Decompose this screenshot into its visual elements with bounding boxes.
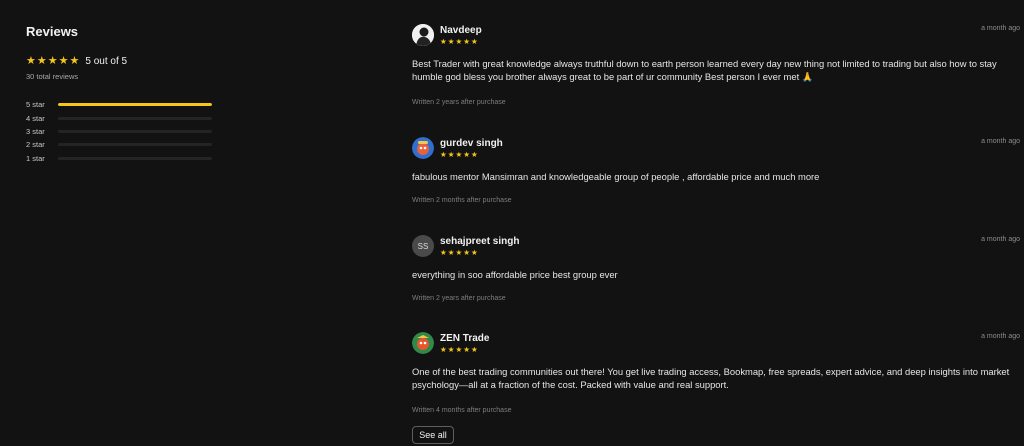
star-icon: ★ (440, 345, 447, 354)
review-text: everything in soo affordable price best … (412, 269, 618, 280)
star-icon: ★ (455, 248, 463, 257)
star-icon: ★ (470, 150, 478, 159)
rating-row-3[interactable]: 3 star (26, 125, 212, 138)
review-stars: ★ ★ ★ ★ ★ (440, 346, 478, 354)
rating-row-label: 4 star (26, 113, 45, 123)
rating-bar (58, 156, 212, 160)
reviews-summary: Reviews ★ ★ ★ ★ ★ 5 out of 5 30 total review… (26, 24, 212, 165)
star-icon: ★ (440, 248, 447, 257)
rating-bar (58, 116, 212, 120)
rating-row-1[interactable]: 1 star (26, 152, 212, 165)
star-icon: ★ (447, 150, 455, 159)
rating-row-label: 2 star (26, 140, 45, 150)
bw-portrait-avatar (412, 24, 434, 46)
reviews-title: Reviews (26, 24, 79, 39)
star-icon: ★ (58, 54, 69, 67)
rating-row-label: 5 star (26, 100, 45, 110)
see-all-button[interactable]: See all (412, 426, 454, 444)
star-icon: ★ (470, 248, 478, 257)
rating-bar (58, 129, 212, 133)
rating-bar (58, 143, 212, 147)
overall-rating: ★ ★ ★ ★ ★ 5 out of 5 (26, 55, 212, 67)
star-icon: ★ (47, 54, 58, 67)
review-time: a month ago (981, 236, 1020, 243)
star-icon: ★ (69, 54, 80, 67)
rating-row-label: 1 star (26, 153, 45, 163)
colorful-avatar (412, 332, 434, 354)
rating-row-label: 3 star (26, 126, 45, 136)
star-icon: ★ (440, 150, 447, 159)
review-text: One of the best trading communities out … (412, 366, 1010, 391)
star-icon: ★ (26, 54, 36, 67)
star-icon: ★ (455, 37, 463, 46)
star-icon: ★ (36, 54, 47, 67)
rating-row-5[interactable]: 5 star (26, 98, 212, 111)
review-time: a month ago (981, 333, 1020, 340)
review-time: a month ago (981, 138, 1020, 145)
reviewer-name: ZEN Trade (440, 333, 490, 344)
star-icon: ★ (463, 150, 470, 159)
review-meta: Written 2 years after purchase (412, 295, 506, 302)
review-meta: Written 2 months after purchase (412, 197, 512, 204)
rating-bar (58, 103, 212, 107)
reviewer-name: gurdev singh (440, 138, 503, 149)
star-icon: ★ (463, 248, 470, 257)
review-stars: ★ ★ ★ ★ ★ (440, 38, 478, 46)
reviews-list: Navdeep ★ ★ ★ ★ ★ a month ago Best Trader wi… (412, 0, 1024, 446)
star-icon: ★ (470, 345, 478, 354)
star-icon: ★ (447, 345, 455, 354)
rating-bar-fill (58, 103, 212, 107)
rating-row-4[interactable]: 4 star (26, 111, 212, 124)
review-meta: Written 2 years after purchase (412, 99, 506, 106)
colorful-avatar (412, 137, 434, 159)
overall-stars: ★ ★ ★ ★ ★ (26, 54, 80, 67)
star-icon: ★ (455, 150, 463, 159)
rating-distribution: 5 star 4 star 3 star 2 star 1 star (26, 98, 212, 165)
star-icon: ★ (470, 37, 478, 46)
rating-row-2[interactable]: 2 star (26, 138, 212, 151)
review-stars: ★ ★ ★ ★ ★ (440, 249, 478, 257)
review-meta: Written 4 months after purchase (412, 407, 512, 414)
score-text: 5 out of 5 (85, 55, 128, 67)
star-icon: ★ (447, 37, 455, 46)
star-icon: ★ (455, 345, 463, 354)
total-reviews: 30 total reviews (26, 72, 79, 81)
star-icon: ★ (447, 248, 455, 257)
review-text: fabulous mentor Mansimran and knowledgea… (412, 171, 820, 182)
reviewer-name: sehajpreet singh (440, 236, 520, 247)
review-time: a month ago (981, 25, 1020, 32)
star-icon: ★ (463, 37, 470, 46)
initials-avatar: SS (412, 235, 434, 257)
review-text: Best Trader with great knowledge always … (412, 58, 997, 83)
star-icon: ★ (440, 37, 447, 46)
reviewer-name: Navdeep (440, 25, 482, 36)
review-stars: ★ ★ ★ ★ ★ (440, 151, 478, 159)
star-icon: ★ (463, 345, 470, 354)
